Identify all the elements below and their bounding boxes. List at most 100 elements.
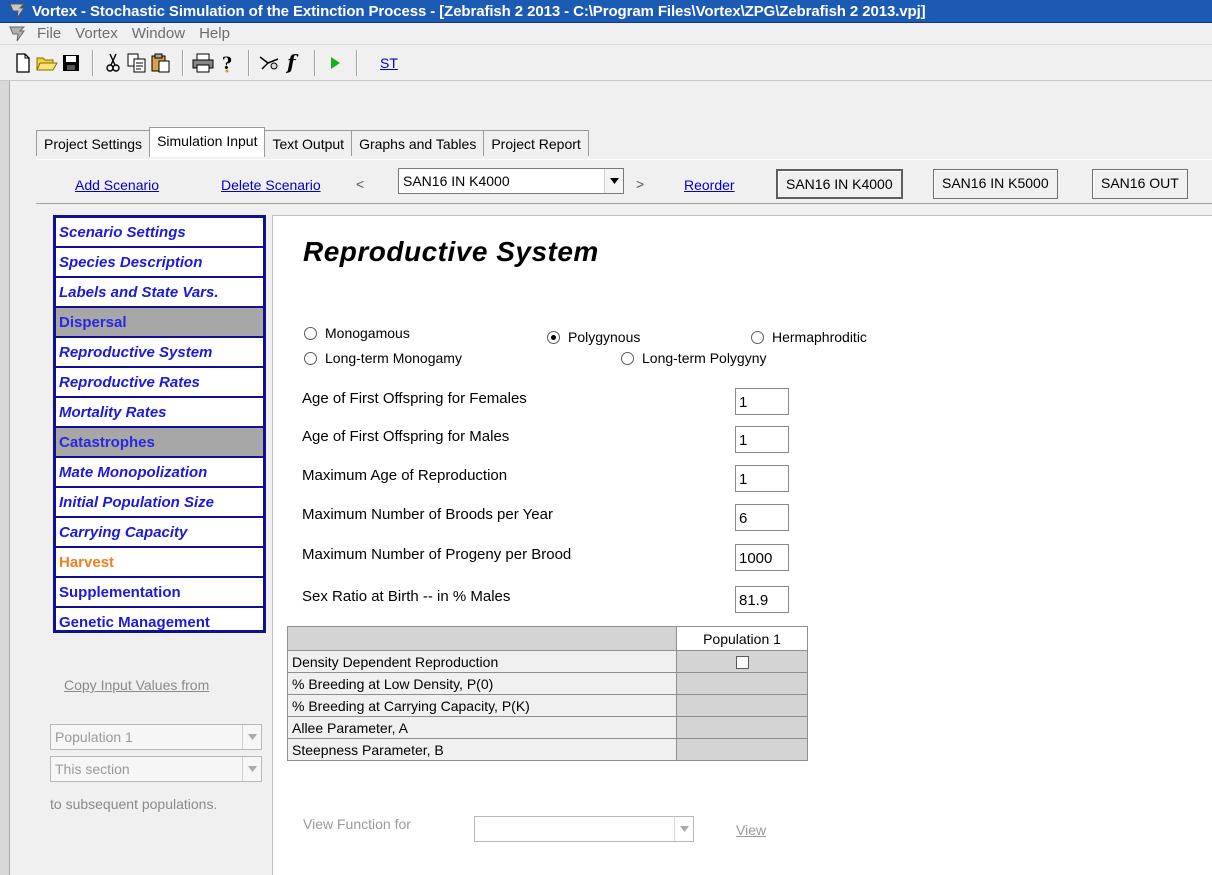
section-nav: Scenario Settings Species Description La…	[53, 215, 266, 633]
st-link[interactable]: ST	[380, 55, 398, 71]
scenario-button-out[interactable]: SAN16 OUT	[1092, 169, 1188, 199]
print-icon[interactable]	[192, 51, 214, 75]
open-icon[interactable]	[36, 51, 58, 75]
vortex-menu-icon[interactable]	[6, 24, 28, 44]
tab-simulation-input[interactable]: Simulation Input	[149, 127, 266, 157]
tab-project-settings[interactable]: Project Settings	[36, 130, 151, 156]
copy-population-select[interactable]: Population 1	[50, 724, 262, 750]
density-dependent-checkbox[interactable]	[735, 656, 749, 670]
copy-icon[interactable]	[126, 51, 148, 75]
max-broods-per-year-input[interactable]: 6	[735, 504, 789, 531]
radio-button[interactable]	[751, 330, 764, 344]
breeding-low-density-cell	[676, 672, 808, 695]
run-icon[interactable]	[324, 51, 346, 75]
density-dependent-cell[interactable]	[676, 650, 808, 673]
radio-monogamous[interactable]: Monogamous	[304, 325, 410, 341]
nav-scenario-settings[interactable]: Scenario Settings	[56, 218, 263, 248]
menu-vortex[interactable]: Vortex	[68, 25, 125, 42]
table-row: Allee Parameter, A	[287, 716, 808, 739]
max-progeny-per-brood-input[interactable]: 1000	[735, 544, 789, 571]
sex-ratio-at-birth-label: Sex Ratio at Birth -- in % Males	[302, 588, 511, 605]
age-first-offspring-males-input[interactable]: 1	[735, 426, 789, 453]
tools-icon[interactable]	[258, 51, 280, 75]
new-icon[interactable]	[12, 51, 34, 75]
scenario-select[interactable]: SAN16 IN K4000	[398, 168, 624, 194]
prev-scenario-arrow[interactable]: <	[356, 176, 364, 192]
radio-button[interactable]	[304, 326, 317, 340]
next-scenario-arrow[interactable]: >	[636, 176, 644, 192]
radio-label: Monogamous	[325, 325, 410, 341]
copy-section-value: This section	[55, 761, 130, 777]
table-row: Density Dependent Reproduction	[287, 650, 808, 673]
radio-button[interactable]	[547, 330, 560, 344]
nav-catastrophes[interactable]: Catastrophes	[56, 428, 263, 458]
tab-text-output[interactable]: Text Output	[264, 130, 353, 156]
nav-mate-monopolization[interactable]: Mate Monopolization	[56, 458, 263, 488]
nav-mortality-rates[interactable]: Mortality Rates	[56, 398, 263, 428]
vortex-app-icon[interactable]	[6, 1, 28, 21]
cut-icon[interactable]	[102, 51, 124, 75]
help-icon[interactable]: ?	[216, 51, 238, 75]
radio-hermaphroditic[interactable]: Hermaphroditic	[751, 329, 867, 345]
age-first-offspring-males-label: Age of First Offspring for Males	[302, 428, 510, 445]
breeding-carrying-capacity-cell	[676, 694, 808, 717]
view-function-select[interactable]	[474, 816, 694, 842]
radio-label: Polygynous	[568, 329, 641, 345]
delete-scenario-link[interactable]: Delete Scenario	[221, 177, 321, 193]
radio-long-term-monogamy[interactable]: Long-term Monogamy	[304, 350, 462, 366]
tab-graphs-and-tables[interactable]: Graphs and Tables	[351, 130, 485, 156]
menu-file[interactable]: File	[30, 25, 68, 42]
radio-polygynous[interactable]: Polygynous	[547, 329, 640, 345]
tab-project-report[interactable]: Project Report	[483, 130, 589, 156]
allee-parameter-cell	[676, 716, 808, 739]
chevron-down-icon[interactable]	[604, 169, 623, 193]
chevron-down-icon[interactable]	[242, 757, 261, 781]
view-link[interactable]: View	[736, 822, 766, 838]
save-icon[interactable]	[60, 51, 82, 75]
nav-initial-population-size[interactable]: Initial Population Size	[56, 488, 263, 518]
toolbar-separator	[248, 49, 250, 76]
nav-reproductive-system[interactable]: Reproductive System	[56, 338, 263, 368]
nav-reproductive-rates[interactable]: Reproductive Rates	[56, 368, 263, 398]
toolbar: ? f ST	[0, 45, 1212, 81]
add-scenario-link[interactable]: Add Scenario	[75, 177, 159, 193]
scenario-button-k5000[interactable]: SAN16 IN K5000	[933, 169, 1058, 199]
age-first-offspring-females-input[interactable]: 1	[735, 388, 789, 415]
nav-labels-and-state-vars[interactable]: Labels and State Vars.	[56, 278, 263, 308]
nav-harvest[interactable]: Harvest	[56, 548, 263, 578]
copy-section-select[interactable]: This section	[50, 756, 262, 782]
function-icon[interactable]: f	[282, 51, 304, 75]
scenario-bar: Add Scenario Delete Scenario < SAN16 IN …	[36, 159, 1212, 201]
radio-button[interactable]	[304, 351, 317, 365]
chevron-down-icon[interactable]	[674, 817, 693, 841]
chevron-down-icon[interactable]	[242, 725, 261, 749]
svg-text:f: f	[285, 52, 299, 74]
nav-species-description[interactable]: Species Description	[56, 248, 263, 278]
max-age-reproduction-label: Maximum Age of Reproduction	[302, 467, 508, 484]
menu-help[interactable]: Help	[192, 25, 237, 42]
nav-carrying-capacity[interactable]: Carrying Capacity	[56, 518, 263, 548]
table-row: Steepness Parameter, B	[287, 738, 808, 761]
scenario-button-k4000[interactable]: SAN16 IN K4000	[776, 169, 903, 199]
radio-label: Long-term Polygyny	[642, 350, 767, 366]
row-breeding-carrying-capacity: % Breeding at Carrying Capacity, P(K)	[287, 694, 677, 717]
title-bar: Vortex - Stochastic Simulation of the Ex…	[0, 0, 1212, 23]
copy-population-value: Population 1	[55, 729, 133, 745]
radio-label: Long-term Monogamy	[325, 350, 462, 366]
scenario-select-value: SAN16 IN K4000	[403, 173, 510, 189]
menu-window[interactable]: Window	[125, 25, 192, 42]
nav-supplementation[interactable]: Supplementation	[56, 578, 263, 608]
grid-column-population-1: Population 1	[676, 626, 808, 651]
age-first-offspring-females-label: Age of First Offspring for Females	[302, 390, 527, 407]
toolbar-separator	[182, 49, 184, 76]
radio-button[interactable]	[621, 351, 634, 365]
max-age-reproduction-input[interactable]: 1	[735, 465, 789, 492]
paste-icon[interactable]	[150, 51, 172, 75]
copy-input-values-link[interactable]: Copy Input Values from	[64, 677, 209, 693]
reorder-link[interactable]: Reorder	[684, 177, 735, 193]
nav-dispersal[interactable]: Dispersal	[56, 308, 263, 338]
radio-long-term-polygyny[interactable]: Long-term Polygyny	[621, 350, 767, 366]
density-dependence-grid: Population 1 Density Dependent Reproduct…	[287, 626, 808, 761]
nav-genetic-management[interactable]: Genetic Management	[56, 608, 263, 638]
sex-ratio-at-birth-input[interactable]: 81.9	[735, 586, 789, 613]
